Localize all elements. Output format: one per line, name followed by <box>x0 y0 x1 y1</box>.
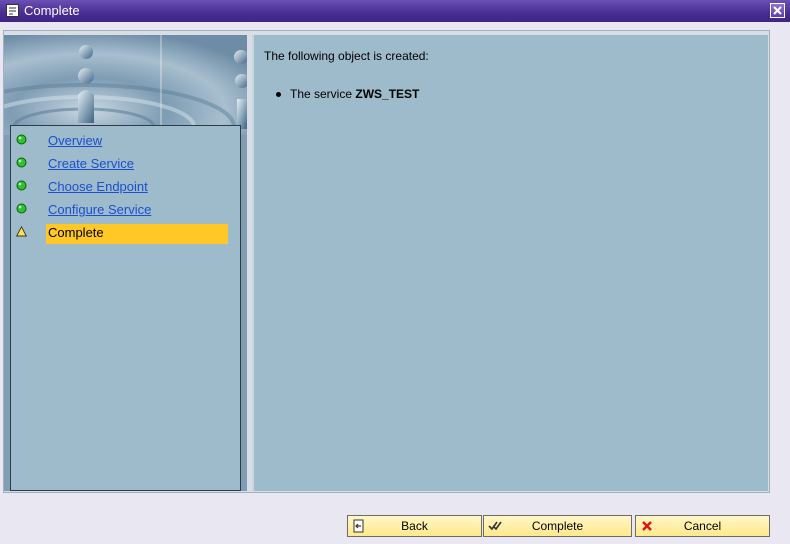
step-label[interactable]: Choose Endpoint <box>46 178 150 198</box>
step-choose-endpoint[interactable]: Choose Endpoint <box>11 177 240 197</box>
item-prefix: The service <box>290 87 353 101</box>
title-bar: Complete <box>0 0 790 22</box>
step-overview[interactable]: Overview <box>11 131 240 151</box>
step-done-icon <box>16 134 27 145</box>
back-label: Back <box>401 519 428 533</box>
step-label[interactable]: Overview <box>46 132 104 152</box>
step-done-icon <box>16 157 27 168</box>
dialog-icon <box>6 4 19 17</box>
wizard-sidebar: Overview Create Service Choose Endpoint … <box>4 35 247 491</box>
cancel-label: Cancel <box>683 519 722 533</box>
service-name: ZWS_TEST <box>355 87 420 101</box>
step-label[interactable]: Create Service <box>46 155 136 175</box>
content-heading: The following object is created: <box>264 49 429 63</box>
step-configure-service[interactable]: Configure Service <box>11 200 240 220</box>
window-title: Complete <box>24 3 80 18</box>
back-button[interactable]: Back <box>347 515 482 537</box>
step-done-icon <box>16 180 27 191</box>
close-button[interactable] <box>770 3 785 18</box>
step-label[interactable]: Complete <box>46 224 228 244</box>
complete-button[interactable]: Complete <box>483 515 632 537</box>
list-item: The service ZWS_TEST <box>276 87 420 101</box>
warning-triangle-icon <box>16 226 27 237</box>
step-label[interactable]: Configure Service <box>46 201 153 221</box>
cancel-button[interactable]: Cancel <box>635 515 770 537</box>
bullet-icon <box>276 92 281 97</box>
step-done-icon <box>16 203 27 214</box>
step-create-service[interactable]: Create Service <box>11 154 240 174</box>
wizard-steps: Overview Create Service Choose Endpoint … <box>10 125 241 491</box>
close-icon <box>773 6 782 15</box>
wizard-content: The following object is created: The ser… <box>252 35 768 491</box>
complete-label: Complete <box>531 519 584 533</box>
step-complete[interactable]: Complete <box>11 223 240 244</box>
